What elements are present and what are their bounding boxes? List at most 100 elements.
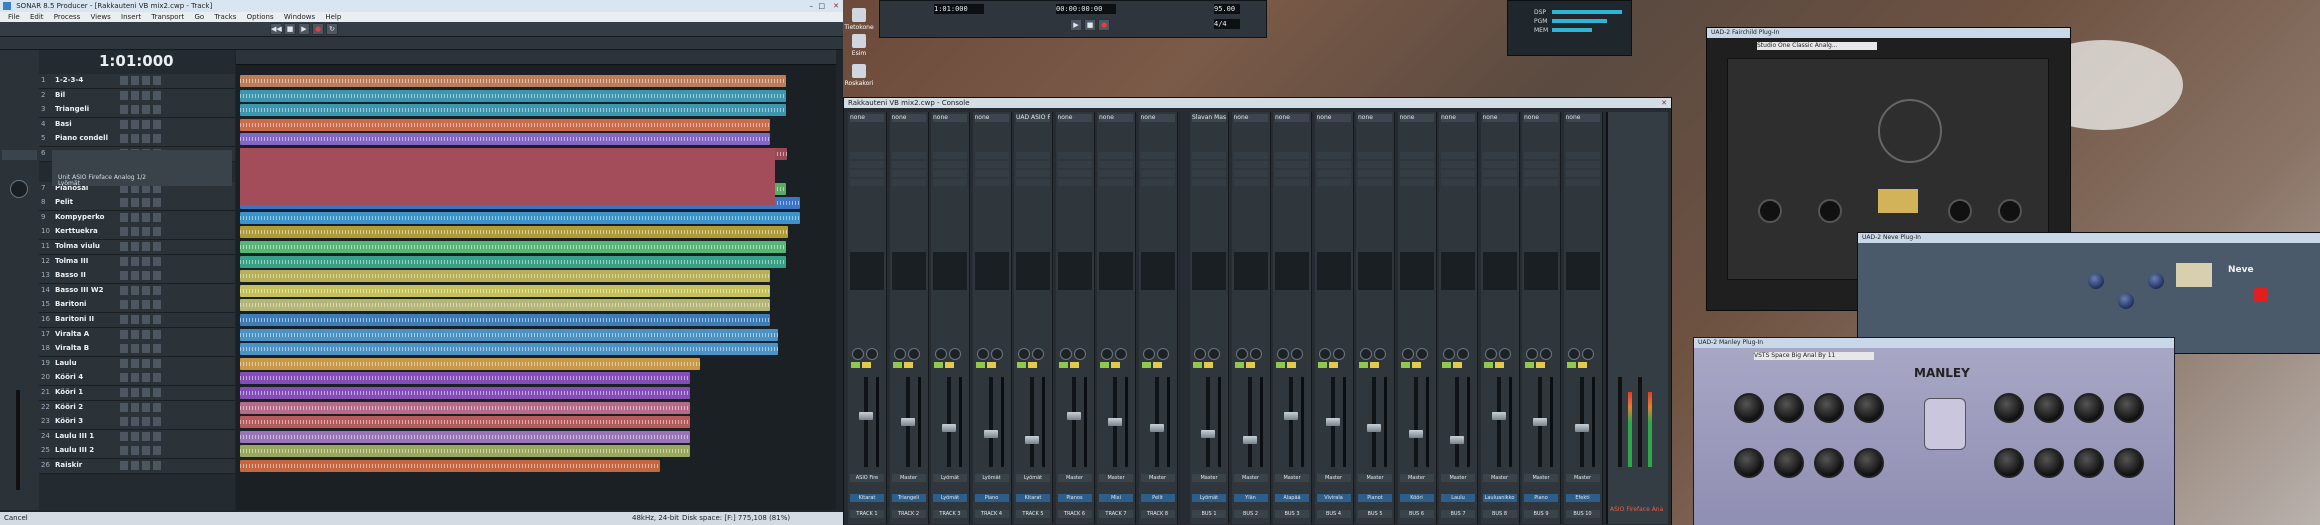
eq-band-row[interactable] [1192, 161, 1226, 168]
audio-clip[interactable] [240, 343, 778, 356]
manley-knob-r7[interactable] [2074, 448, 2104, 478]
fx-button[interactable] [152, 226, 162, 238]
fairchild-threshold-knob[interactable] [1818, 199, 1842, 223]
solo-button[interactable] [130, 387, 140, 398]
arm-button[interactable] [141, 445, 151, 457]
menu-edit[interactable]: Edit [30, 13, 44, 21]
arm-button[interactable] [141, 133, 151, 145]
solo-button[interactable] [1069, 362, 1079, 368]
mute-button[interactable] [1017, 362, 1026, 368]
mute-button[interactable] [119, 284, 129, 296]
fader-cap[interactable] [859, 412, 873, 420]
eq-band-row[interactable] [850, 152, 884, 159]
track-row[interactable]: 2 Bil [39, 88, 235, 104]
solo-button[interactable] [862, 362, 871, 368]
arm-button[interactable] [141, 460, 151, 471]
eq-band-row[interactable] [1192, 170, 1226, 177]
eq-band-row[interactable] [1275, 161, 1309, 168]
fx-button[interactable] [152, 104, 162, 116]
track-row[interactable]: 13 Basso II [39, 269, 235, 285]
fx-button[interactable] [152, 401, 162, 413]
eq-band-row[interactable] [1099, 179, 1133, 186]
track-name[interactable]: 1-2-3-4 [55, 76, 115, 84]
volume-fader[interactable] [864, 377, 868, 467]
eq-band-row[interactable] [1275, 179, 1309, 186]
send-knob[interactable] [1443, 348, 1455, 360]
fader-cap[interactable] [1242, 436, 1257, 444]
eq-band-row[interactable] [891, 179, 926, 186]
strip-input[interactable]: none [850, 114, 884, 122]
track-row[interactable]: 10 Kerttuekra [39, 225, 235, 241]
audio-clip[interactable] [240, 211, 800, 224]
fx-button[interactable] [152, 211, 162, 223]
fx-bin[interactable] [974, 252, 1009, 290]
strip-label[interactable]: Piano [1524, 494, 1558, 502]
solo-button[interactable] [1328, 362, 1338, 368]
mute-button[interactable] [119, 270, 129, 282]
fx-button[interactable] [152, 133, 162, 145]
manley-knob-r8[interactable] [2114, 448, 2144, 478]
fx-button[interactable] [152, 416, 162, 428]
mute-button[interactable] [119, 401, 129, 413]
fx-bin[interactable] [1099, 252, 1133, 290]
fx-button[interactable] [152, 328, 162, 340]
fader-cap[interactable] [1408, 430, 1423, 438]
mute-button[interactable] [1058, 362, 1068, 368]
strip-output[interactable]: Master [1099, 474, 1133, 482]
eq-band-row[interactable] [1057, 152, 1092, 159]
inspector-knob[interactable] [10, 180, 28, 198]
fader-cap[interactable] [983, 430, 998, 438]
solo-button[interactable] [130, 357, 140, 369]
strip-output[interactable]: ASIO Fire [850, 474, 884, 482]
strip-label[interactable]: Lyömät [933, 494, 967, 502]
eq-band-row[interactable] [1399, 161, 1434, 168]
track-name[interactable]: Laulu III 2 [55, 446, 115, 454]
send-knob[interactable] [1018, 348, 1030, 360]
fx-button[interactable] [152, 270, 162, 282]
solo-button[interactable] [903, 362, 913, 368]
eq-band-row[interactable] [850, 179, 884, 186]
eq-band-row[interactable] [1233, 161, 1268, 168]
mute-button[interactable] [934, 362, 943, 368]
track-name[interactable]: Laulu [55, 359, 115, 367]
mute-button[interactable] [119, 89, 129, 101]
track-row[interactable]: 14 Basso III W2 [39, 283, 235, 299]
send-knob[interactable] [1401, 348, 1414, 360]
track-name[interactable]: Baritoni [55, 300, 115, 308]
arm-button[interactable] [141, 255, 151, 267]
eq-band-row[interactable] [1233, 170, 1268, 177]
manley-knob-l3[interactable] [1814, 393, 1844, 423]
solo-button[interactable] [130, 460, 140, 471]
arm-button[interactable] [141, 270, 151, 282]
menu-go[interactable]: Go [194, 13, 204, 21]
arm-button[interactable] [141, 284, 151, 296]
mute-button[interactable] [119, 460, 129, 471]
menu-file[interactable]: File [8, 13, 20, 21]
send-knob[interactable] [1032, 348, 1044, 360]
send-knob[interactable] [1059, 348, 1072, 360]
fx-bin[interactable] [1565, 252, 1600, 290]
track-row[interactable]: 16 Baritoni II [39, 313, 235, 328]
mute-button[interactable] [1100, 362, 1109, 368]
manley-knob-l8[interactable] [1854, 448, 1884, 478]
fader-cap[interactable] [1284, 412, 1298, 420]
fx-bin[interactable] [1399, 252, 1434, 290]
send-knob[interactable] [1156, 348, 1169, 360]
fx-button[interactable] [152, 343, 162, 355]
volume-fader[interactable] [1372, 377, 1376, 467]
strip-label[interactable]: Kööri [1399, 494, 1434, 502]
track-row[interactable]: 19 Laulu [39, 356, 235, 372]
mute-button[interactable] [119, 328, 129, 340]
loop-button[interactable]: ↻ [326, 23, 338, 35]
audio-clip[interactable] [240, 118, 770, 131]
eq-band-row[interactable] [1016, 161, 1050, 168]
eq-band-row[interactable] [1441, 152, 1475, 159]
fx-bin[interactable] [933, 252, 967, 290]
send-knob[interactable] [949, 348, 961, 360]
send-knob[interactable] [907, 348, 920, 360]
solo-button[interactable] [130, 104, 140, 116]
track-name[interactable]: Basi [55, 120, 115, 128]
audio-clip[interactable] [240, 372, 690, 385]
eq-band-row[interactable] [1399, 179, 1434, 186]
menu-tracks[interactable]: Tracks [214, 13, 236, 21]
